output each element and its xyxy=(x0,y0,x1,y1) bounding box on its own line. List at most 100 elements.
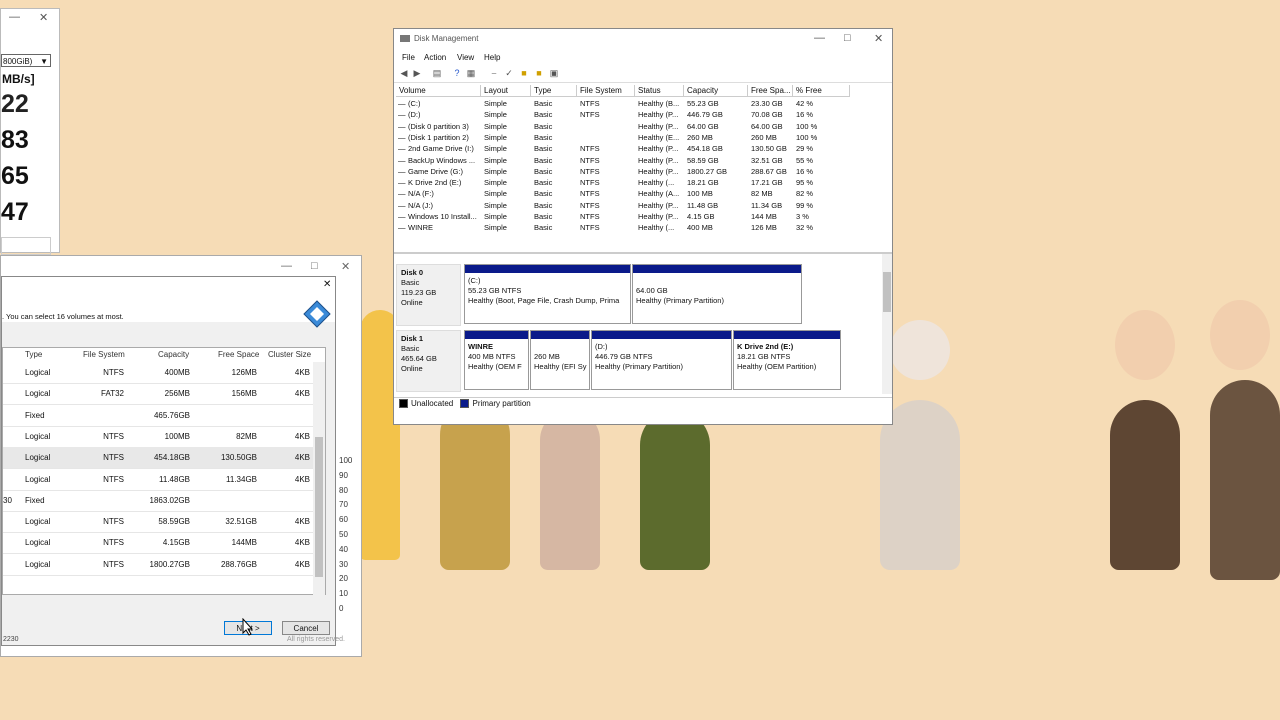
comment-field[interactable] xyxy=(1,237,51,255)
disk0-label[interactable]: Disk 0 Basic 119.23 GB Online xyxy=(396,264,461,326)
table-cell: 4KB xyxy=(294,389,310,399)
volume-row[interactable]: —2nd Game Drive (I:) Simple Basic NTFS Healt… xyxy=(396,143,891,154)
column-header[interactable]: Layout xyxy=(481,85,531,97)
column-header[interactable]: Status xyxy=(635,85,684,97)
scrollbar-thumb[interactable] xyxy=(883,272,891,312)
close-icon[interactable]: ✕ xyxy=(323,279,331,290)
help-icon[interactable]: ? xyxy=(452,68,462,78)
table-row[interactable]: Logical FAT32 256MB 156MB 4KB xyxy=(3,383,313,406)
partition-name: WINRE xyxy=(468,342,493,351)
volume-row[interactable]: — WINRE Simple Basic NTFS Healthy (... 400 MB 1… xyxy=(396,222,891,233)
table-cell: NTFS xyxy=(103,538,124,548)
volume-row[interactable]: — Game Drive (G:) Simple Basic NTFS Healthy (… xyxy=(396,166,891,177)
volume-icon: — xyxy=(398,155,406,165)
partition-efi[interactable]: 260 MB Healthy (EFI Sy xyxy=(530,330,590,390)
wallpaper-figure xyxy=(540,410,600,570)
wallpaper-figure xyxy=(1115,310,1175,380)
maximize-icon[interactable]: □ xyxy=(311,260,318,272)
table-row[interactable]: Logical NTFS 4.15GB 144MB 4KB xyxy=(3,532,313,555)
footer-code: 2230 xyxy=(3,636,19,643)
close-icon[interactable]: ✕ xyxy=(39,11,48,24)
table-row[interactable]: Logical NTFS 1800.27GB 288.76GB 4KB xyxy=(3,554,313,576)
table-cell: 288.76GB xyxy=(220,559,257,569)
partition-name: K Drive 2nd (E:) xyxy=(737,342,794,351)
volume-cell: Healthy (B... xyxy=(638,99,680,108)
volume-row[interactable]: — K Drive 2nd (E:) Simple Basic NTFS Healthy … xyxy=(396,177,891,188)
cancel-button[interactable]: Cancel xyxy=(282,621,330,635)
partition-c[interactable]: (C:) 55.23 GB NTFS Healthy (Boot, Page Fil… xyxy=(464,264,631,324)
table-row[interactable]: Logical NTFS 100MB 82MB 4KB xyxy=(3,426,313,448)
menu-view[interactable]: View xyxy=(457,53,474,62)
column-header[interactable]: Capacity xyxy=(158,350,189,359)
volume-row[interactable]: — (C:) Simple Basic NTFS Healthy (B... 55.23 G… xyxy=(396,98,891,109)
volume-cell: 32.51 GB xyxy=(751,155,783,165)
column-header[interactable]: % Free xyxy=(793,85,850,97)
table-row[interactable]: Logical NTFS 58.59GB 32.51GB 4KB xyxy=(3,511,313,534)
table-row[interactable]: Logical NTFS 454.18GB 130.50GB 4KB xyxy=(3,447,313,470)
table-cell: 32.51GB xyxy=(225,517,257,527)
close-icon[interactable]: ✕ xyxy=(341,260,350,273)
list-icon[interactable]: ▤ xyxy=(432,68,442,78)
partition-winre[interactable]: WINRE 400 MB NTFS Healthy (OEM F xyxy=(464,330,529,390)
menu-file[interactable]: File xyxy=(402,53,415,62)
table-row[interactable]: 30 Fixed 1863.02GB xyxy=(3,490,313,512)
volume-cell: 17.21 GB xyxy=(751,178,783,188)
minimize-icon[interactable]: — xyxy=(9,11,20,23)
volume-row[interactable]: — (Disk 0 partition 3) Simple Basic Healthy … xyxy=(396,121,891,132)
close-icon[interactable]: ✕ xyxy=(874,32,883,45)
table-cell: Logical xyxy=(25,474,51,484)
properties-icon[interactable]: ▦ xyxy=(466,68,476,78)
table-cell: 4.15GB xyxy=(162,538,190,548)
table-cell: Logical xyxy=(25,559,51,569)
volume-row[interactable]: — N/A (F:) Simple Basic NTFS Healthy (A... 100… xyxy=(396,188,891,199)
table-row[interactable]: Fixed 465.76GB xyxy=(3,405,313,427)
column-header[interactable]: Type xyxy=(531,85,577,97)
table-cell: 256MB xyxy=(164,389,190,399)
table-row[interactable]: Logical NTFS 11.48GB 11.34GB 4KB xyxy=(3,469,313,491)
disk1-label[interactable]: Disk 1 Basic 465.64 GB Online xyxy=(396,330,461,392)
column-header[interactable]: Cluster Size xyxy=(268,350,311,359)
connect-icon[interactable]: ⎯ xyxy=(489,68,499,78)
search-folder-icon[interactable]: ■ xyxy=(534,68,544,78)
volume-row[interactable]: — (Disk 1 partition 2) Simple Basic Healthy … xyxy=(396,132,891,143)
maximize-icon[interactable]: □ xyxy=(844,32,851,44)
table-cell: NTFS xyxy=(103,474,124,484)
disk1-name: Disk 1 xyxy=(401,334,424,343)
column-header[interactable]: File System xyxy=(83,350,125,359)
column-header[interactable]: Free Spa... xyxy=(748,85,793,97)
folder-icon[interactable]: ■ xyxy=(519,68,529,78)
volume-row[interactable]: — N/A (J:) Simple Basic NTFS Healthy (P... 11.… xyxy=(396,200,891,211)
back-icon[interactable]: ◀ xyxy=(399,68,409,78)
volume-cell: N/A (F:) xyxy=(408,189,434,199)
column-header[interactable]: Capacity xyxy=(684,85,748,97)
check-icon[interactable]: ✓ xyxy=(504,68,514,78)
partition-size: 55.23 GB NTFS xyxy=(468,286,522,295)
minimize-icon[interactable]: — xyxy=(281,260,292,272)
volume-row[interactable]: — BackUp Windows ... Simple Basic NTFS Health… xyxy=(396,155,891,166)
scrollbar-thumb[interactable] xyxy=(315,437,323,577)
partition-disk0-3[interactable]: 64.00 GB Healthy (Primary Partition) xyxy=(632,264,802,324)
drive-select[interactable]: 800GiB) ▼ xyxy=(1,54,51,67)
column-header[interactable]: Type xyxy=(25,350,42,359)
column-header[interactable]: Volume xyxy=(396,85,481,97)
column-header[interactable]: Free Space xyxy=(218,350,259,359)
partition-d[interactable]: (D:) 446.79 GB NTFS Healthy (Primary Parti… xyxy=(591,330,732,390)
column-header[interactable]: File System xyxy=(577,85,635,97)
wizard-window: — □ ✕ ✕ . You can select 16 volumes at m… xyxy=(0,255,362,657)
scrollbar[interactable] xyxy=(313,362,325,596)
minimize-icon[interactable]: — xyxy=(814,32,825,44)
table-row[interactable]: Logical NTFS 400MB 126MB 4KB xyxy=(3,362,313,384)
menu-action[interactable]: Action xyxy=(424,53,446,62)
table-cell: 4KB xyxy=(294,474,310,484)
wallpaper-figure xyxy=(1210,300,1270,370)
forward-icon[interactable]: ▶ xyxy=(412,68,422,78)
volume-row[interactable]: — (D:) Simple Basic NTFS Healthy (P... 446.79 … xyxy=(396,109,891,120)
volume-cell: (D:) xyxy=(408,110,421,120)
partition-e[interactable]: K Drive 2nd (E:) 18.21 GB NTFS Healthy (OE… xyxy=(733,330,841,390)
volume-cell: (Disk 1 partition 2) xyxy=(408,132,469,142)
volume-row[interactable]: — Windows 10 Install... Simple Basic NTFS Hea… xyxy=(396,211,891,222)
menu-help[interactable]: Help xyxy=(484,53,500,62)
volume-cell: NTFS xyxy=(580,200,600,210)
scrollbar[interactable] xyxy=(882,254,892,394)
console-icon[interactable]: ▣ xyxy=(549,68,559,78)
